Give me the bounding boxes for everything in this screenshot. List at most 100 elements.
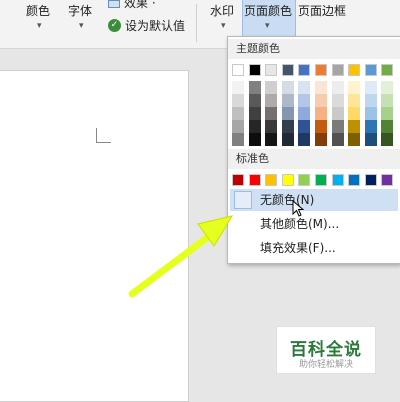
theme-shade-swatch[interactable]	[331, 120, 344, 133]
theme-color-swatch[interactable]	[315, 64, 327, 76]
theme-color-swatch[interactable]	[232, 64, 244, 76]
theme-shade-swatch[interactable]	[232, 81, 244, 94]
theme-shade-swatch[interactable]	[281, 81, 294, 94]
theme-shade-swatch[interactable]	[281, 120, 294, 133]
standard-color-swatch[interactable]	[331, 174, 344, 186]
theme-shade-swatch[interactable]	[364, 120, 377, 133]
theme-shade-swatch[interactable]	[315, 133, 327, 146]
theme-color-swatch[interactable]	[281, 64, 294, 76]
theme-shade-swatch[interactable]	[248, 133, 261, 146]
theme-shade-swatch[interactable]	[381, 94, 394, 107]
theme-color-swatch[interactable]	[265, 64, 278, 76]
theme-shade-swatch[interactable]	[315, 81, 327, 94]
theme-shade-swatch[interactable]	[381, 81, 394, 94]
ribbon-separator	[196, 4, 197, 42]
theme-shade-swatch[interactable]	[298, 94, 311, 107]
page-color-chevron-down-icon[interactable]: ▾	[265, 22, 270, 31]
standard-colors-header: 标准色	[228, 149, 400, 169]
standard-color-swatch[interactable]	[298, 174, 311, 186]
page-color-button[interactable]: 页面颜色	[244, 2, 292, 20]
margin-corner-mark	[96, 128, 111, 143]
theme-shade-swatch[interactable]	[364, 133, 377, 146]
theme-color-swatch[interactable]	[381, 64, 394, 76]
theme-shade-swatch[interactable]	[248, 120, 261, 133]
theme-color-swatch[interactable]	[298, 64, 311, 76]
set-default-button[interactable]: ✓ 设为默认值	[108, 16, 185, 34]
fonts-label: 字体	[68, 4, 93, 18]
mouse-cursor-icon	[292, 200, 305, 217]
theme-shade-swatch[interactable]	[265, 133, 278, 146]
theme-shade-swatch[interactable]	[315, 107, 327, 120]
standard-color-swatch[interactable]	[232, 174, 244, 186]
colors-button[interactable]: 颜色	[26, 2, 50, 20]
set-default-label: 设为默认值	[125, 18, 186, 33]
page-border-label: 页面边框	[298, 4, 347, 18]
page-border-button[interactable]: 页面边框	[298, 2, 346, 20]
more-colors-menu-item[interactable]: 其他颜色(M)...	[230, 213, 398, 235]
theme-color-swatch[interactable]	[331, 64, 344, 76]
standard-color-swatch[interactable]	[364, 174, 377, 186]
standard-color-swatch[interactable]	[281, 174, 294, 186]
theme-shade-swatch[interactable]	[348, 107, 361, 120]
theme-shade-swatch[interactable]	[248, 94, 261, 107]
theme-shade-swatch[interactable]	[381, 107, 394, 120]
theme-shade-swatch[interactable]	[348, 94, 361, 107]
theme-shade-swatch[interactable]	[331, 81, 344, 94]
fonts-chevron-down-icon[interactable]: ▾	[79, 22, 84, 31]
fill-effects-menu-item[interactable]: 填充效果(F)...	[230, 237, 398, 259]
theme-shade-swatch[interactable]	[265, 81, 278, 94]
theme-shade-swatch[interactable]	[381, 120, 394, 133]
theme-shade-swatch[interactable]	[265, 107, 278, 120]
theme-shade-swatch[interactable]	[348, 133, 361, 146]
theme-shade-swatch[interactable]	[348, 120, 361, 133]
no-color-menu-item[interactable]: 无颜色(N)	[230, 189, 398, 211]
standard-color-swatch[interactable]	[248, 174, 261, 186]
theme-shade-swatch[interactable]	[348, 81, 361, 94]
effects-button[interactable]: 效果 ·	[124, 0, 156, 12]
theme-shade-swatch[interactable]	[265, 120, 278, 133]
theme-shade-swatch[interactable]	[298, 133, 311, 146]
theme-shade-swatch[interactable]	[248, 107, 261, 120]
colors-label: 颜色	[26, 4, 51, 18]
theme-shade-swatch[interactable]	[331, 94, 344, 107]
theme-shade-swatch[interactable]	[364, 107, 377, 120]
standard-color-swatch[interactable]	[348, 174, 361, 186]
theme-shade-swatch[interactable]	[232, 94, 244, 107]
theme-colors-header: 主题颜色	[228, 39, 400, 59]
theme-shade-swatch[interactable]	[298, 120, 311, 133]
theme-shade-swatch[interactable]	[315, 120, 327, 133]
theme-color-swatch[interactable]	[248, 64, 261, 76]
standard-color-swatch[interactable]	[381, 174, 394, 186]
theme-shade-swatch[interactable]	[232, 120, 244, 133]
theme-shade-swatch[interactable]	[232, 107, 244, 120]
check-icon: ✓	[108, 18, 121, 32]
theme-shade-swatch[interactable]	[281, 94, 294, 107]
logo: 百科全说 助你轻松解决	[276, 326, 376, 374]
watermark-chevron-down-icon[interactable]: ▾	[221, 22, 226, 31]
theme-shade-swatch[interactable]	[331, 133, 344, 146]
standard-color-swatch[interactable]	[265, 174, 278, 186]
theme-shade-swatch[interactable]	[281, 133, 294, 146]
theme-shade-swatch[interactable]	[364, 94, 377, 107]
theme-shade-swatch[interactable]	[298, 107, 311, 120]
document-page[interactable]	[0, 70, 189, 402]
theme-shade-swatch[interactable]	[265, 94, 278, 107]
fonts-button[interactable]: 字体	[68, 2, 92, 20]
theme-shade-swatch[interactable]	[281, 107, 294, 120]
colors-chevron-down-icon[interactable]: ▾	[37, 22, 42, 31]
standard-color-swatch[interactable]	[315, 174, 327, 186]
theme-color-swatch[interactable]	[348, 64, 361, 76]
theme-shade-swatch[interactable]	[248, 81, 261, 94]
theme-shade-swatch[interactable]	[331, 107, 344, 120]
fill-effects-label: 填充效果(F)...	[260, 241, 336, 255]
watermark-button[interactable]: 水印	[210, 2, 234, 20]
effects-label: 效果 ·	[124, 0, 156, 10]
theme-shade-swatch[interactable]	[298, 81, 311, 94]
theme-shade-swatch[interactable]	[315, 94, 327, 107]
theme-color-swatch[interactable]	[364, 64, 377, 76]
theme-shade-swatch[interactable]	[381, 133, 394, 146]
theme-shade-swatch[interactable]	[232, 133, 244, 146]
theme-shade-swatch[interactable]	[364, 81, 377, 94]
no-color-swatch	[234, 191, 252, 209]
no-color-label: 无颜色(N)	[260, 193, 315, 207]
